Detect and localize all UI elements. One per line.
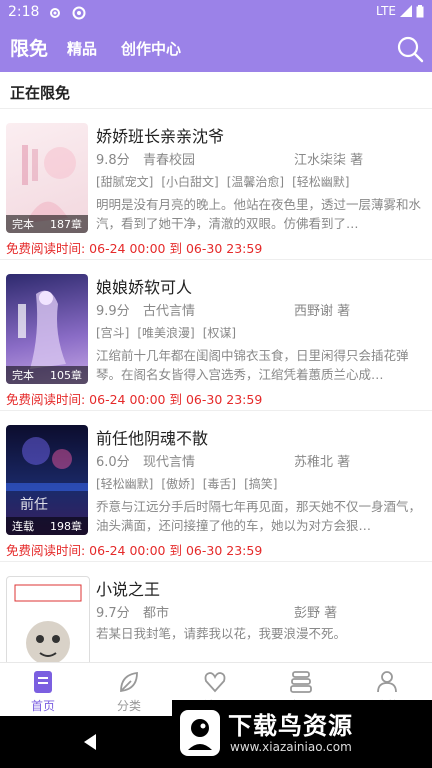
book-tag[interactable]: [轻松幽默] [96, 475, 153, 492]
chapter-count: 187章 [50, 218, 82, 231]
book-cover[interactable]: 完本 105章 [6, 274, 88, 384]
book-card[interactable]: 完本 187章 娇娇班长亲亲沈爷 9.8分 青春校园 江水柒柒 著 [甜腻宠文]… [0, 109, 432, 260]
search-icon[interactable] [396, 35, 424, 63]
book-description: 若某日我封笔，请葬我以花，我要浪漫不死。 [96, 626, 347, 641]
book-tag[interactable]: [权谋] [203, 324, 236, 341]
book-category: 青春校园 [143, 153, 196, 168]
free-read-time: 免费阅读时间: 06-24 00:00 到 06-30 23:59 [6, 241, 263, 256]
book-cover[interactable]: 前任 连载 198章 [6, 425, 88, 535]
book-author: 苏稚北 著 [294, 455, 351, 470]
book-rating: 6.0分 [96, 455, 130, 470]
status-right: LTE [376, 4, 424, 18]
cover-badge: 完本 187章 [6, 215, 88, 233]
community-heart-icon [204, 672, 226, 693]
book-tag[interactable]: [搞笑] [244, 475, 277, 492]
tab-category[interactable]: 分类 [86, 663, 172, 717]
settings-icon [50, 8, 60, 18]
book-rating: 9.7分 [96, 606, 130, 621]
sync-icon [72, 6, 86, 20]
category-leaf-icon [120, 671, 138, 693]
section-title: 正在限免 [10, 84, 71, 102]
book-tag[interactable]: [傲娇] [161, 475, 194, 492]
book-category: 都市 [143, 606, 170, 621]
free-read-time: 免费阅读时间: 06-24 00:00 到 06-30 23:59 [6, 543, 263, 558]
tab-label: 首页 [30, 699, 55, 713]
book-cover[interactable]: 完本 187章 [6, 123, 88, 233]
app-bar: 限免 精品 创作中心 [0, 26, 432, 72]
book-tag[interactable]: [宫斗] [96, 324, 129, 341]
book-card[interactable]: 前任 连载 198章 前任他阴魂不散 6.0分 现代言情 苏稚北 著 [轻松幽默… [0, 411, 432, 562]
status-bar: 2:18 LTE [0, 0, 432, 26]
book-card[interactable]: 完本 105章 娘娘娇软可人 9.9分 古代言情 西野谢 著 [宫斗] [唯美浪… [0, 260, 432, 411]
watermark: 下载鸟资源 www.xiazainiao.com [172, 700, 432, 768]
book-status: 完本 [12, 218, 34, 231]
book-rating: 9.9分 [96, 304, 130, 319]
book-tags: [宫斗] [唯美浪漫] [权谋] [96, 324, 236, 341]
book-status: 完本 [12, 369, 34, 382]
bird-logo-icon [180, 710, 220, 756]
book-description: 乔意与江远分手后时隔七年再见面，那天她不仅一身酒气，油头满面，还问接撞了他的车，… [96, 499, 422, 533]
chapter-count: 105章 [50, 369, 82, 382]
book-status: 连载 [12, 520, 34, 533]
tab-free[interactable]: 限免 [10, 26, 48, 72]
book-card[interactable]: 小说之王 9.7分 都市 彭野 著 若某日我封笔，请葬我以花，我要浪漫不死。 [0, 562, 432, 678]
book-category: 古代言情 [143, 304, 196, 319]
tab-home[interactable]: 首页 [0, 663, 86, 717]
book-tag[interactable]: [温馨治愈] [227, 173, 284, 190]
book-tags: [轻松幽默] [傲娇] [毒舌] [搞笑] [96, 475, 278, 492]
tab-premium[interactable]: 精品 [67, 26, 97, 72]
signal-icon [400, 5, 412, 17]
book-author: 西野谢 著 [294, 304, 351, 319]
book-category: 现代言情 [143, 455, 196, 470]
book-tag[interactable]: [毒舌] [203, 475, 236, 492]
cover-badge: 连载 198章 [6, 517, 88, 535]
book-tag[interactable]: [甜腻宠文] [96, 173, 153, 190]
book-title[interactable]: 前任他阴魂不散 [96, 425, 208, 449]
profile-icon [377, 671, 397, 693]
network-label: LTE [376, 4, 396, 18]
book-title[interactable]: 娇娇班长亲亲沈爷 [96, 123, 224, 147]
bookshelf-icon [290, 671, 312, 693]
book-tag[interactable]: [轻松幽默] [292, 173, 349, 190]
free-read-time: 免费阅读时间: 06-24 00:00 到 06-30 23:59 [6, 392, 263, 407]
tab-creator-center[interactable]: 创作中心 [121, 26, 181, 72]
chapter-count: 198章 [50, 520, 82, 533]
book-title[interactable]: 小说之王 [96, 576, 160, 600]
book-title[interactable]: 娘娘娇软可人 [96, 274, 192, 298]
back-icon[interactable] [82, 733, 98, 751]
svg-text:前任: 前任 [20, 496, 48, 513]
book-tag[interactable]: [唯美浪漫] [137, 324, 194, 341]
book-author: 江水柒柒 著 [294, 153, 364, 168]
book-tag[interactable]: [小白甜文] [161, 173, 218, 190]
battery-icon [416, 4, 424, 17]
book-tags: [甜腻宠文] [小白甜文] [温馨治愈] [轻松幽默] [96, 173, 350, 190]
watermark-title: 下载鸟资源 [228, 712, 353, 740]
watermark-url: www.xiazainiao.com [230, 740, 352, 754]
book-description: 江绾前十几年都在闺阁中锦衣玉食，日里闲得只会插花弹琴。在阁名女皆得入宫选秀，江绾… [96, 348, 409, 382]
tab-label: 分类 [116, 699, 141, 713]
book-rating: 9.8分 [96, 153, 130, 168]
cover-badge: 完本 105章 [6, 366, 88, 384]
book-author: 彭野 著 [294, 606, 338, 621]
status-time: 2:18 [8, 4, 40, 20]
book-description: 明明是没有月亮的晚上。他站在夜色里，透过一层薄雾和水汽，看到了她干净，清澈的双眼… [96, 197, 422, 231]
book-home-icon [34, 671, 52, 693]
